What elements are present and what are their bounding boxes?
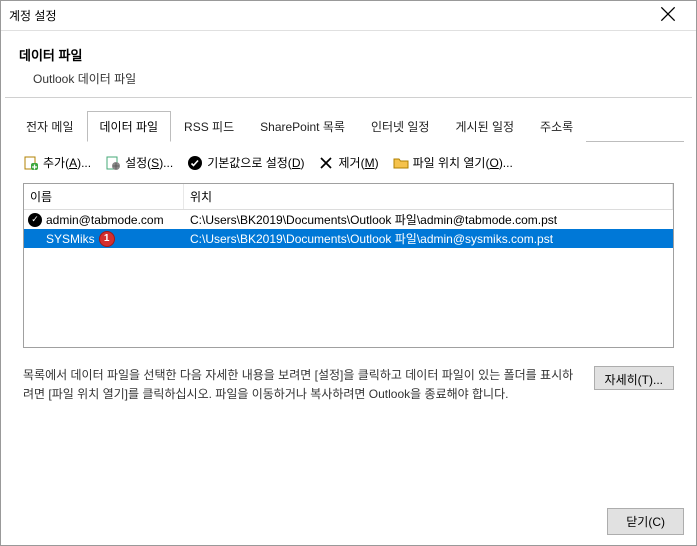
annotation-badge: 1 xyxy=(99,231,115,247)
btn-text: )... xyxy=(77,156,91,170)
open-location-button[interactable]: 파일 위치 열기(O)... xyxy=(393,154,513,171)
add-button[interactable]: 추가(A)... xyxy=(23,154,91,171)
remove-button[interactable]: 제거(M) xyxy=(318,154,378,171)
page-subtitle: Outlook 데이터 파일 xyxy=(33,70,678,87)
btn-hotkey: S xyxy=(151,156,159,170)
btn-hotkey: T xyxy=(642,373,649,387)
btn-text: 기본값으로 설정( xyxy=(207,156,292,170)
btn-text: 추가( xyxy=(43,156,69,170)
btn-text: )... xyxy=(649,373,663,387)
btn-hotkey: M xyxy=(365,156,375,170)
table-row[interactable]: ✓ admin@tabmode.com C:\Users\BK2019\Docume… xyxy=(24,210,673,229)
data-files-list[interactable]: 이름 위치 ✓ admin@tabmode.com C:\Users\BK2019\… xyxy=(23,183,674,348)
btn-text: ) xyxy=(661,515,665,529)
cell-location: C:\Users\BK2019\Documents\Outlook 파일\adm… xyxy=(184,230,673,247)
page-title: 데이터 파일 xyxy=(19,45,678,64)
window-close-button[interactable] xyxy=(648,4,688,28)
detail-button[interactable]: 자세히(T)... xyxy=(594,366,674,390)
check-circle-icon xyxy=(187,155,203,171)
cell-name: ✓ admin@tabmode.com xyxy=(24,213,184,227)
btn-text: ) xyxy=(300,156,304,170)
btn-text: 자세히( xyxy=(605,373,642,387)
btn-text: 닫기( xyxy=(626,515,652,529)
tab-email[interactable]: 전자 메일 xyxy=(13,111,87,142)
btn-text: 제거( xyxy=(338,156,364,170)
tab-published-calendars[interactable]: 게시된 일정 xyxy=(442,111,527,142)
cell-name: SYSMiks 1 xyxy=(24,231,184,247)
default-check-icon: ✓ xyxy=(28,213,42,227)
tab-address-books[interactable]: 주소록 xyxy=(527,111,586,142)
tab-label: 전자 메일 xyxy=(26,120,74,134)
close-icon xyxy=(660,6,676,25)
cell-location: C:\Users\BK2019\Documents\Outlook 파일\adm… xyxy=(184,211,673,228)
help-text: 목록에서 데이터 파일을 선택한 다음 자세한 내용을 보려면 [설정]을 클릭… xyxy=(23,366,584,404)
table-row[interactable]: SYSMiks 1 C:\Users\BK2019\Documents\Outloo… xyxy=(24,229,673,248)
toolbar: 추가(A)... 설정(S)... 기본값으로 설정(D) 제거(M) 파일 위… xyxy=(9,142,688,183)
tab-label: 게시된 일정 xyxy=(455,120,514,134)
tab-data-files[interactable]: 데이터 파일 xyxy=(87,111,172,142)
tab-label: SharePoint 목록 xyxy=(260,120,345,134)
column-location-header[interactable]: 위치 xyxy=(184,184,673,209)
btn-text: 파일 위치 열기( xyxy=(413,156,490,170)
tab-rss[interactable]: RSS 피드 xyxy=(171,111,247,142)
tab-label: RSS 피드 xyxy=(184,120,234,134)
btn-text: )... xyxy=(159,156,173,170)
btn-text: ) xyxy=(375,156,379,170)
tab-bar: 전자 메일 데이터 파일 RSS 피드 SharePoint 목록 인터넷 일정… xyxy=(13,110,684,142)
tab-sharepoint[interactable]: SharePoint 목록 xyxy=(247,111,358,142)
btn-text: 설정( xyxy=(125,156,151,170)
remove-icon xyxy=(318,155,334,171)
column-name-header[interactable]: 이름 xyxy=(24,184,184,209)
btn-hotkey: C xyxy=(652,515,661,529)
tab-label: 주소록 xyxy=(540,120,573,134)
set-default-button[interactable]: 기본값으로 설정(D) xyxy=(187,154,304,171)
btn-text: )... xyxy=(499,156,513,170)
folder-icon xyxy=(393,155,409,171)
settings-button[interactable]: 설정(S)... xyxy=(105,154,173,171)
tab-label: 인터넷 일정 xyxy=(371,120,430,134)
tab-label: 데이터 파일 xyxy=(100,120,159,134)
close-dialog-button[interactable]: 닫기(C) xyxy=(607,508,684,535)
add-icon xyxy=(23,155,39,171)
btn-hotkey: O xyxy=(489,156,498,170)
settings-icon xyxy=(105,155,121,171)
btn-hotkey: A xyxy=(69,156,77,170)
row-name-text: SYSMiks xyxy=(46,232,95,246)
window-title: 계정 설정 xyxy=(9,7,57,24)
list-header: 이름 위치 xyxy=(24,184,673,210)
tab-internet-calendars[interactable]: 인터넷 일정 xyxy=(358,111,443,142)
row-name-text: admin@tabmode.com xyxy=(46,213,164,227)
